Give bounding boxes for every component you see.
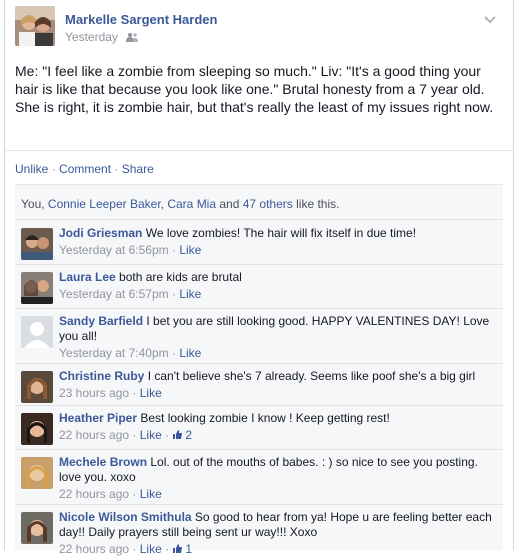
comment-item: Christine Ruby I can't believe she's 7 a… xyxy=(15,363,503,406)
commenter-avatar[interactable] xyxy=(21,371,53,403)
commenter-name[interactable]: Mechele Brown xyxy=(59,455,147,469)
post-meta: Yesterday xyxy=(65,30,139,44)
comment-like-link[interactable]: Like xyxy=(140,428,162,442)
comment-time[interactable]: Yesterday at 6:57pm xyxy=(59,287,169,301)
likes-suffix: like this. xyxy=(292,197,340,211)
likes-summary: You, Connie Leeper Baker, Cara Mia and 4… xyxy=(15,185,503,220)
comments-section: You, Connie Leeper Baker, Cara Mia and 4… xyxy=(15,184,503,556)
separator: · xyxy=(114,162,122,176)
comment-item: Nicole Wilson Smithula So good to hear f… xyxy=(15,504,503,559)
commenter-avatar[interactable] xyxy=(21,272,53,304)
comment-item: Laura Lee both are kids are brutal Yeste… xyxy=(15,264,503,309)
chevron-down-icon[interactable] xyxy=(483,12,497,24)
thumbs-up-icon xyxy=(172,429,183,440)
commenter-name[interactable]: Nicole Wilson Smithula xyxy=(59,510,192,524)
comment-like-link[interactable]: Like xyxy=(140,487,162,501)
commenter-avatar[interactable] xyxy=(21,413,53,445)
comment-time[interactable]: Yesterday at 6:56pm xyxy=(59,243,169,257)
comment-like-link[interactable]: Like xyxy=(140,386,162,400)
comment-like-link[interactable]: Like xyxy=(140,542,162,556)
commenter-avatar[interactable] xyxy=(21,512,53,544)
comment-item: Mechele Brown Lol. out of the mouths of … xyxy=(15,449,503,505)
likes-prefix: You, xyxy=(21,197,48,211)
post-text: Me: "I feel like a zombie from sleeping … xyxy=(15,63,494,115)
comment-time[interactable]: 22 hours ago xyxy=(59,428,129,442)
post-actions: Unlike · Comment · Share xyxy=(5,150,513,185)
thumbs-up-icon xyxy=(172,543,183,554)
comment-like-count[interactable]: 2 xyxy=(172,428,192,442)
likes-and: and xyxy=(216,197,243,211)
liker-link[interactable]: Cara Mia xyxy=(167,197,216,211)
separator: · xyxy=(51,162,60,176)
comment-link[interactable]: Comment xyxy=(59,162,111,176)
post-card: Markelle Sargent Harden Yesterday Me: "I… xyxy=(4,0,514,556)
like-count: 1 xyxy=(185,542,193,556)
comment-item: Sandy Barfield I bet you are still looki… xyxy=(15,308,503,364)
comment-like-link[interactable]: Like xyxy=(179,287,201,301)
default-avatar-icon[interactable] xyxy=(21,316,53,348)
comment-item: Heather Piper Best looking zombie I know… xyxy=(15,405,503,450)
like-count: 2 xyxy=(185,428,193,442)
author-avatar[interactable] xyxy=(15,6,55,46)
share-link[interactable]: Share xyxy=(122,162,154,176)
post-author-name[interactable]: Markelle Sargent Harden xyxy=(65,12,217,27)
comment-like-count[interactable]: 1 xyxy=(172,542,192,556)
comment-item: Jodi Griesman We love zombies! The hair … xyxy=(15,220,503,265)
comment-text: Best looking zombie I know ! Keep gettin… xyxy=(140,411,390,425)
comment-time[interactable]: Yesterday at 7:40pm xyxy=(59,346,169,360)
friends-icon[interactable] xyxy=(126,31,139,42)
commenter-avatar[interactable] xyxy=(21,457,53,489)
comment-text: We love zombies! The hair will fix itsel… xyxy=(145,226,417,240)
commenter-name[interactable]: Heather Piper xyxy=(59,411,137,425)
commenter-name[interactable]: Sandy Barfield xyxy=(59,314,143,328)
comment-text: I can't believe she's 7 already. Seems l… xyxy=(147,369,476,383)
commenter-name[interactable]: Christine Ruby xyxy=(59,369,144,383)
comment-like-link[interactable]: Like xyxy=(179,346,201,360)
comment-time[interactable]: 23 hours ago xyxy=(59,386,129,400)
comment-time[interactable]: 22 hours ago xyxy=(59,487,129,501)
comment-like-link[interactable]: Like xyxy=(179,243,201,257)
unlike-link[interactable]: Unlike xyxy=(15,162,48,176)
commenter-name[interactable]: Jodi Griesman xyxy=(59,226,142,240)
liker-link[interactable]: Connie Leeper Baker xyxy=(48,197,161,211)
post-header: Markelle Sargent Harden Yesterday xyxy=(15,6,503,50)
comment-text: both are kids are brutal xyxy=(119,270,242,284)
post-timestamp[interactable]: Yesterday xyxy=(65,30,118,44)
comment-time[interactable]: 22 hours ago xyxy=(59,542,129,556)
commenter-name[interactable]: Laura Lee xyxy=(59,270,116,284)
commenter-avatar[interactable] xyxy=(21,228,53,260)
likes-others-link[interactable]: 47 others xyxy=(243,197,293,211)
